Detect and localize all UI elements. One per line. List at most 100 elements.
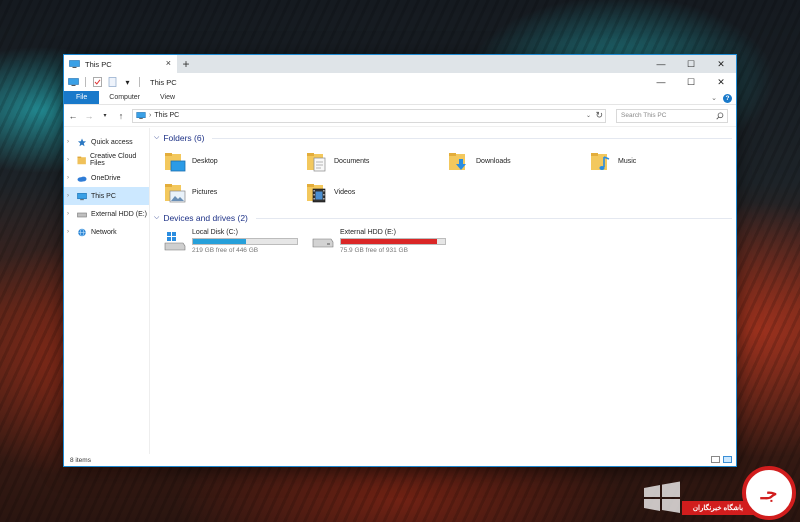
folder-label: Videos: [334, 189, 356, 196]
music-folder-icon: [591, 152, 610, 170]
folder-label: Pictures: [192, 189, 218, 196]
folder-documents[interactable]: Documents: [306, 146, 448, 177]
videos-folder-icon: [307, 183, 326, 202]
drive-external-hdd-e[interactable]: External HDD (E:) 75.9 GB free of 931 GB: [312, 226, 452, 256]
help-icon[interactable]: ?: [723, 93, 732, 103]
expand-chevron-icon[interactable]: ›: [67, 139, 73, 145]
drive-label: External HDD (E:): [340, 229, 397, 236]
drive-free-space: 75.9 GB free of 931 GB: [340, 247, 408, 254]
window-title: This PC: [150, 77, 177, 87]
drive-icon: [77, 212, 87, 217]
properties-icon[interactable]: [92, 77, 103, 87]
sidebar-item-label: OneDrive: [91, 174, 121, 182]
expand-chevron-icon[interactable]: ›: [67, 157, 73, 163]
status-bar: 8 items: [64, 454, 736, 466]
drive-info: Local Disk (C:) 219 GB free of 446 GB: [192, 229, 304, 254]
star-icon: [77, 138, 87, 146]
search-box[interactable]: Search This PC: [616, 108, 728, 123]
sidebar-item-this-pc[interactable]: › This PC: [64, 187, 149, 205]
search-icon[interactable]: [716, 111, 724, 120]
sidebar-item-label: External HDD (E:): [91, 210, 148, 218]
ribbon-tab-computer[interactable]: Computer: [99, 91, 150, 104]
watermark-logo-circle: جـ: [742, 466, 796, 520]
folder-videos[interactable]: Videos: [306, 177, 448, 208]
sidebar-item-network[interactable]: › Network: [64, 223, 149, 241]
collapse-chevron-icon[interactable]: ⌵: [154, 214, 159, 222]
close-button[interactable]: ✕: [706, 55, 736, 73]
navigation-bar: ← → ▾ ↑ › This PC ⌄ ↻ Search This PC: [64, 105, 736, 127]
sidebar-item-label: This PC: [91, 192, 116, 200]
folder-downloads[interactable]: Downloads: [448, 146, 590, 177]
minimize-button[interactable]: —: [646, 73, 676, 91]
sidebar-item-label: Creative Cloud Files: [89, 153, 137, 167]
item-count: 8 items: [70, 456, 91, 464]
back-arrow-icon[interactable]: ←: [68, 111, 78, 121]
documents-folder-icon: [307, 152, 326, 171]
maximize-button[interactable]: ☐: [676, 73, 706, 91]
close-button[interactable]: ✕: [706, 73, 736, 91]
pc-icon: [68, 78, 79, 86]
drive-usage-fill: [193, 239, 247, 244]
sidebar-item-creative-cloud[interactable]: › Creative Cloud Files: [64, 151, 149, 169]
address-dropdown-icon[interactable]: ⌄: [586, 112, 591, 119]
view-toggle: [711, 456, 732, 463]
navigation-pane: › Quick access › Creative Cloud Files ›: [64, 128, 150, 454]
search-placeholder: Search This PC: [621, 112, 667, 119]
folder-desktop[interactable]: Desktop: [164, 146, 306, 177]
folders-group-header[interactable]: ⌵ Folders (6): [154, 130, 732, 146]
content-pane: ⌵ Folders (6) Desktop Documents Download…: [150, 128, 736, 454]
drive-local-disk-c[interactable]: Local Disk (C:) 219 GB free of 446 GB: [164, 226, 304, 256]
breadcrumb-this-pc[interactable]: This PC: [154, 112, 179, 119]
folder-music[interactable]: Music: [590, 146, 732, 177]
drive-free-space: 219 GB free of 446 GB: [192, 247, 259, 254]
address-bar[interactable]: › This PC ⌄ ↻: [132, 108, 606, 123]
ribbon: File Computer View ⌄ ?: [64, 91, 736, 105]
network-icon: [78, 227, 86, 237]
sidebar-item-onedrive[interactable]: › OneDrive: [64, 169, 149, 187]
forward-arrow-icon[interactable]: →: [84, 111, 94, 121]
desktop-folder-icon: [165, 152, 186, 171]
ribbon-right-controls: ⌄ ?: [711, 92, 732, 104]
onedrive-icon: [77, 176, 87, 182]
group-divider: [212, 137, 732, 139]
downloads-folder-icon: [449, 152, 466, 170]
drive-usage-bar: [192, 238, 298, 245]
maximize-button[interactable]: ☐: [676, 55, 706, 73]
recent-locations-icon[interactable]: ▾: [100, 112, 110, 119]
ribbon-tab-view[interactable]: View: [150, 91, 185, 104]
expand-chevron-icon[interactable]: ›: [67, 193, 73, 199]
collapse-chevron-icon[interactable]: ⌵: [154, 134, 159, 142]
sidebar-item-external-hdd[interactable]: › External HDD (E:): [64, 205, 149, 223]
expand-chevron-icon[interactable]: ›: [67, 175, 73, 181]
new-folder-icon[interactable]: [107, 77, 118, 87]
folder-label: Downloads: [476, 158, 511, 165]
drive-usage-bar: [340, 238, 446, 245]
large-icons-view-icon[interactable]: [723, 456, 732, 463]
expand-chevron-icon[interactable]: ›: [67, 229, 73, 235]
folder-label: Music: [618, 158, 637, 165]
title-bar: ▾ This PC — ☐ ✕: [64, 73, 736, 91]
window-controls: — ☐ ✕: [646, 55, 736, 73]
minimize-button[interactable]: —: [646, 55, 676, 73]
details-view-icon[interactable]: [711, 456, 720, 463]
tab-this-pc[interactable]: This PC ×: [64, 55, 177, 73]
up-arrow-icon[interactable]: ↑: [116, 111, 126, 121]
folder-pictures[interactable]: Pictures: [164, 177, 306, 208]
new-tab-button[interactable]: +: [177, 55, 195, 73]
group-divider: [255, 217, 732, 219]
pc-icon: [136, 112, 146, 119]
tab-bar: This PC × + — ☐ ✕: [64, 55, 736, 73]
breadcrumb-chevron-icon[interactable]: ›: [149, 112, 151, 119]
cloud-folder-icon: [77, 156, 86, 164]
expand-chevron-icon[interactable]: ›: [67, 211, 73, 217]
customize-toolbar-icon[interactable]: ▾: [122, 77, 133, 87]
folder-label: Desktop: [192, 158, 218, 165]
drive-usage-fill: [341, 239, 437, 244]
expand-ribbon-icon[interactable]: ⌄: [711, 94, 717, 102]
sidebar-item-quick-access[interactable]: › Quick access: [64, 133, 149, 151]
watermark-mark: جـ: [760, 482, 778, 503]
refresh-icon[interactable]: ↻: [595, 110, 603, 121]
ribbon-tab-file[interactable]: File: [64, 91, 100, 104]
tab-close-icon[interactable]: ×: [166, 59, 171, 68]
drives-group-header[interactable]: ⌵ Devices and drives (2): [154, 210, 732, 226]
